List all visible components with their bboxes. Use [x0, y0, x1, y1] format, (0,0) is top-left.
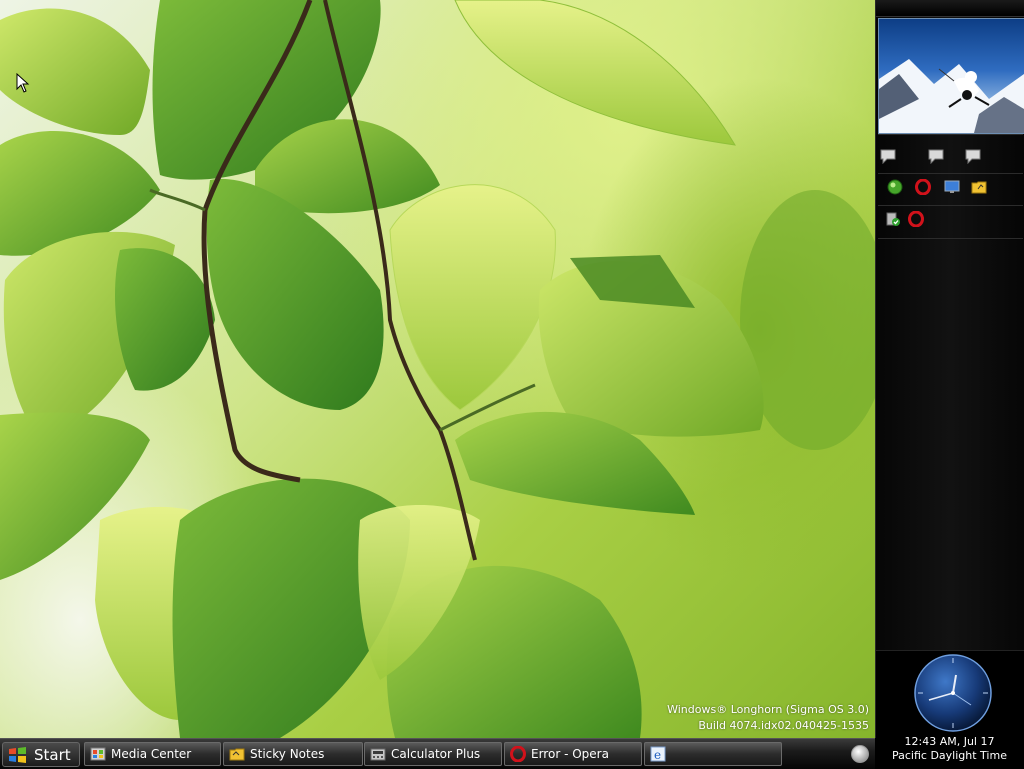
sidebar-divider [878, 238, 1023, 239]
clock-time-text: 12:43 AM, Jul 17 [904, 735, 995, 748]
chat-bubble-icon[interactable] [879, 147, 897, 165]
taskbar-button-calculator-plus[interactable]: Calculator Plus [364, 742, 502, 766]
green-orb-icon[interactable] [886, 178, 904, 196]
sidebar-divider [878, 205, 1023, 206]
sidebar-top-strip [876, 0, 1024, 17]
leaves-wallpaper-image [0, 0, 875, 738]
messenger-tile [876, 147, 1024, 173]
quick-launch-tile [876, 178, 1024, 204]
taskbar-button-sticky-notes[interactable]: Sticky Notes [223, 742, 363, 766]
sidebar-empty-area [876, 240, 1024, 650]
opera-icon [510, 746, 526, 762]
windows-logo-icon [9, 746, 26, 763]
task-label: Calculator Plus [391, 747, 481, 761]
taskbar: Start Media Center Sticky Notes Calculat… [0, 738, 875, 769]
sidebar [875, 0, 1024, 739]
folder-icon[interactable] [970, 178, 988, 196]
svg-text:e: e [654, 748, 661, 762]
security-icon[interactable] [884, 210, 902, 228]
mouse-cursor-icon [16, 73, 30, 93]
task-label: Error - Opera [531, 747, 609, 761]
internet-explorer-icon: e [650, 746, 666, 762]
analog-clock [914, 654, 992, 732]
sidebar-divider [878, 134, 1023, 135]
build-number-watermark: Build 4074.idx02.040425-1535 [698, 719, 869, 732]
calculator-icon [370, 746, 386, 762]
start-button[interactable]: Start [2, 742, 80, 767]
start-label: Start [34, 745, 71, 764]
media-center-icon [90, 746, 106, 762]
taskbar-button-media-center[interactable]: Media Center [84, 742, 221, 766]
opera-icon[interactable] [907, 210, 925, 228]
os-version-watermark: Windows® Longhorn (Sigma OS 3.0) [667, 703, 869, 716]
status-tile [876, 210, 1024, 236]
notification-orb-icon[interactable] [851, 745, 869, 763]
clock-timezone-text: Pacific Daylight Time [892, 749, 1007, 762]
task-label: Media Center [111, 747, 192, 761]
clock-tile[interactable] [876, 650, 1024, 739]
chat-bubble-icon[interactable] [927, 147, 945, 165]
taskbar-button-opera[interactable]: Error - Opera [504, 742, 642, 766]
sidebar-divider [878, 173, 1023, 174]
task-label: Sticky Notes [250, 747, 325, 761]
slideshow-tile[interactable] [878, 18, 1024, 134]
desktop-wallpaper: Windows® Longhorn (Sigma OS 3.0) Build 4… [0, 0, 875, 738]
skier-photo [879, 59, 1024, 133]
chat-bubble-icon[interactable] [964, 147, 982, 165]
taskbar-button-internet-explorer[interactable]: e [644, 742, 782, 766]
monitor-icon[interactable] [943, 178, 961, 196]
sticky-notes-icon [229, 746, 245, 762]
opera-icon[interactable] [914, 178, 932, 196]
